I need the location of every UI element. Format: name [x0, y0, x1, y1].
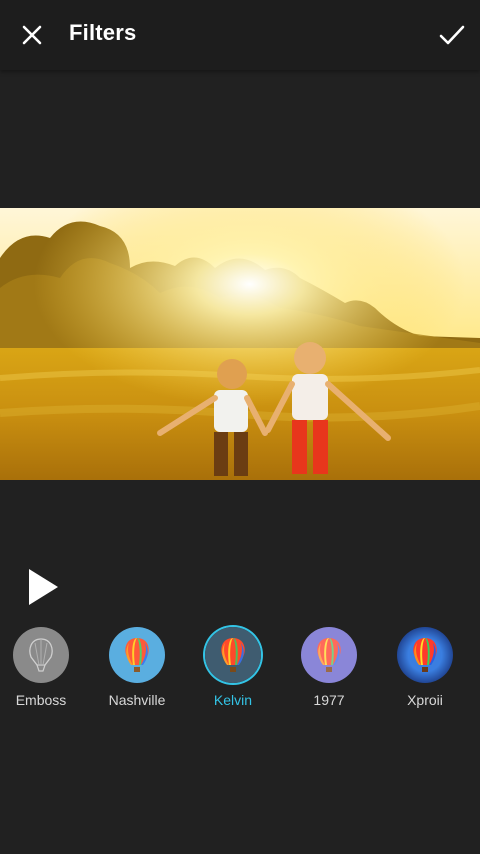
- close-button[interactable]: [14, 17, 50, 53]
- filter-1977[interactable]: 1977: [281, 627, 377, 708]
- preview-image: [0, 208, 480, 480]
- close-icon: [22, 25, 42, 45]
- filter-kelvin[interactable]: Kelvin: [185, 627, 281, 708]
- filter-label: 1977: [313, 692, 345, 708]
- check-icon: [439, 25, 465, 45]
- page-title: Filters: [69, 20, 137, 45]
- play-icon: [29, 569, 58, 605]
- filter-label: Kelvin: [213, 692, 253, 708]
- confirm-button[interactable]: [434, 17, 470, 53]
- video-preview[interactable]: [0, 208, 480, 480]
- filter-label: Nashville: [108, 692, 166, 708]
- filter-emboss[interactable]: Emboss: [0, 627, 89, 708]
- filter-nashville[interactable]: Nashville: [89, 627, 185, 708]
- filter-xproii[interactable]: Xproii: [377, 627, 473, 708]
- filter-thumbnail: [205, 627, 261, 683]
- filter-thumbnail: [301, 627, 357, 683]
- play-button[interactable]: [24, 566, 64, 608]
- filter-thumbnail: [109, 627, 165, 683]
- filter-thumbnail: [13, 627, 69, 683]
- filter-label: Xproii: [407, 692, 443, 708]
- filter-strip[interactable]: Emboss Nashville Kelvin 1977 Xproii: [0, 627, 480, 717]
- filter-label: Emboss: [15, 692, 67, 708]
- top-bar: Filters: [0, 0, 480, 70]
- filter-thumbnail: [397, 627, 453, 683]
